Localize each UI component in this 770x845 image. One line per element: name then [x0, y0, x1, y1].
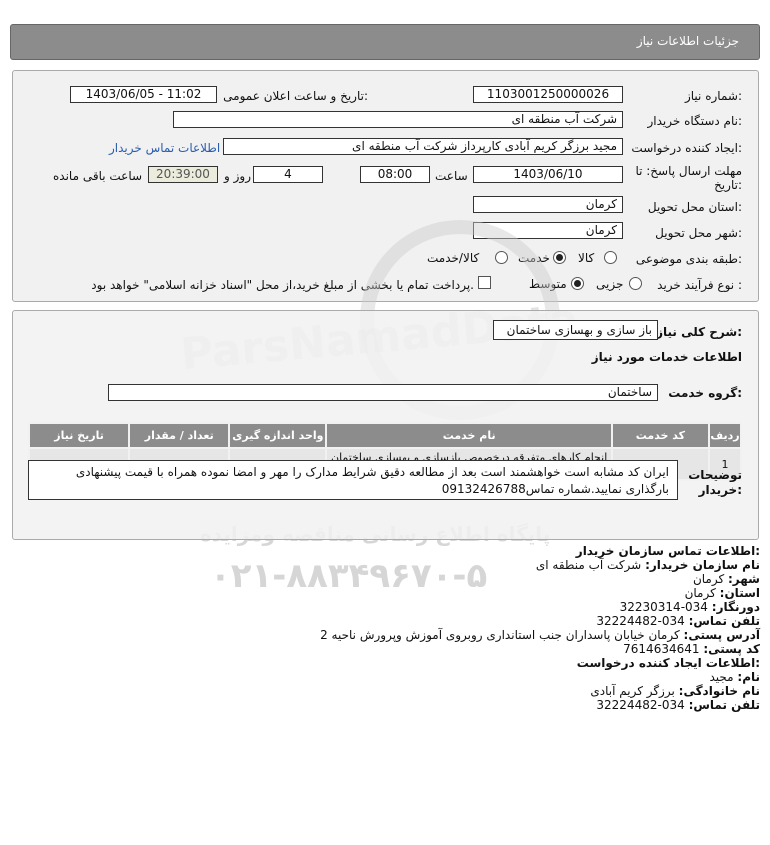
- address-label: آدرس پستی:: [683, 628, 760, 642]
- contact-city-label: شهر:: [728, 572, 760, 586]
- req-phone-label: تلفن تماس:: [688, 698, 760, 712]
- deadline-time-field[interactable]: 08:00: [360, 166, 430, 183]
- last-name-line: نام خانوادگی: برزگر کریم آبادی: [590, 684, 760, 698]
- days-field[interactable]: 4: [253, 166, 323, 183]
- general-desc-field[interactable]: باز سازی و بهسازی ساختمان: [493, 320, 658, 340]
- postal-value: 7614634641: [623, 642, 700, 656]
- fax-line: دورنگار: 034-32230314: [620, 600, 760, 614]
- fax-value: 034-32230314: [619, 600, 708, 614]
- city-line: شهر: کرمان: [693, 572, 760, 586]
- buyer-org-field[interactable]: شرکت آب منطقه ای: [173, 111, 623, 128]
- header-service-name: نام خدمت: [325, 422, 613, 449]
- buyer-notes-label: توضیحات: [688, 468, 742, 482]
- buyer-org-label: نام دستگاه خریدار:: [647, 114, 743, 128]
- buyer-notes-label-2: خریدار:: [698, 483, 742, 497]
- province-field[interactable]: کرمان: [473, 196, 623, 213]
- process-radio-medium[interactable]: [571, 277, 584, 290]
- contact-city-value: کرمان: [692, 572, 725, 586]
- page-header: جزئیات اطلاعات نیاز: [10, 24, 760, 60]
- last-name-label: نام خانوادگی:: [678, 684, 760, 698]
- process-option-minor: جزیی: [596, 277, 624, 291]
- general-desc-label: شرح کلی نیاز:: [656, 325, 742, 339]
- category-label: طبقه بندی موضوعی:: [635, 252, 742, 266]
- header-quantity: تعداد / مقدار: [128, 422, 231, 449]
- first-name-label: نام:: [737, 670, 760, 684]
- deadline-label-date: تاریخ:: [714, 178, 742, 192]
- announce-label: تاریخ و ساعت اعلان عمومی:: [223, 89, 368, 103]
- category-radio-goods[interactable]: [604, 251, 617, 264]
- first-name-line: نام: مجید: [709, 670, 760, 684]
- header-need-date: تاریخ نیاز: [27, 422, 131, 449]
- header-service-code: کد خدمت: [610, 422, 710, 449]
- province-label: استان محل تحویل:: [647, 200, 742, 214]
- city-label: شهر محل تحویل:: [655, 226, 742, 240]
- postal-label: کد پستی:: [703, 642, 760, 656]
- need-number-label: شماره نیاز:: [684, 89, 742, 103]
- requester-field[interactable]: مجید برزگر کریم آبادی کارپرداز شرکت آب م…: [223, 138, 623, 155]
- contact-province-value: کرمان: [684, 586, 716, 600]
- remaining-time-field: 20:39:00: [148, 166, 218, 183]
- fax-label: دورنگار:: [711, 600, 760, 614]
- req-phone-line: تلفن تماس: 034-32224482: [596, 698, 760, 712]
- first-name-value: مجید: [709, 670, 734, 684]
- last-name-value: برزگر کریم آبادی: [590, 684, 675, 698]
- buyer-contact-link[interactable]: اطلاعات تماس خریدار: [109, 141, 220, 155]
- announce-field[interactable]: 1403/06/05 - 11:02: [70, 86, 217, 103]
- contact-province-label: استان:: [719, 586, 760, 600]
- category-option-goods: کالا: [578, 251, 595, 265]
- requester-contact-title: اطلاعات ایجاد کننده درخواست:: [576, 656, 760, 670]
- phone-line: تلفن تماس: 034-32224482: [596, 614, 760, 628]
- days-label: روز و: [224, 169, 251, 183]
- service-group-field[interactable]: ساختمان: [108, 384, 658, 401]
- header-unit: واحد اندازه گیری: [228, 422, 328, 449]
- phone-value: 034-32224482: [596, 614, 685, 628]
- need-number-field[interactable]: 1103001250000026: [473, 86, 623, 103]
- watermark-phone: ۰۲۱-۸۸۳۴۹۶۷۰-۵: [210, 556, 488, 596]
- service-group-label: گروه خدمت:: [668, 386, 742, 400]
- req-phone-value: 034-32224482: [596, 698, 685, 712]
- address-line: آدرس پستی: کرمان خیابان پاسداران جنب است…: [320, 628, 760, 642]
- deadline-label: مهلت ارسال پاسخ: تا: [635, 164, 742, 178]
- phone-label: تلفن تماس:: [688, 614, 760, 628]
- deadline-date-field[interactable]: 1403/06/10: [473, 166, 623, 183]
- buyer-notes-box: ایران کد مشابه است خواهشمند است بعد از م…: [28, 460, 678, 500]
- services-title: اطلاعات خدمات مورد نیاز: [591, 350, 742, 364]
- requester-label: ایجاد کننده درخواست:: [631, 141, 742, 155]
- deadline-time-label: ساعت: [435, 169, 468, 183]
- org-name-label: نام سازمان خریدار:: [645, 558, 760, 572]
- page-title: جزئیات اطلاعات نیاز: [636, 34, 739, 48]
- org-name-line: نام سازمان خریدار: شرکت آب منطقه ای: [536, 558, 760, 572]
- process-label: نوع فرآیند خرید :: [657, 278, 742, 292]
- header-row-number: ردیف: [707, 422, 743, 449]
- category-radio-service[interactable]: [553, 251, 566, 264]
- org-name-value: شرکت آب منطقه ای: [535, 558, 642, 572]
- province-line: استان: کرمان: [685, 586, 760, 600]
- address-value: کرمان خیابان پاسداران جنب استانداری روبر…: [320, 628, 680, 642]
- buyer-contact-title: اطلاعات تماس سازمان خریدار:: [575, 544, 760, 558]
- postal-line: کد پستی: 7614634641: [623, 642, 760, 656]
- process-radio-minor[interactable]: [629, 277, 642, 290]
- table-header-row: ردیف کد خدمت نام خدمت واحد اندازه گیری ت…: [27, 422, 743, 449]
- remaining-label: ساعت باقی مانده: [53, 169, 143, 183]
